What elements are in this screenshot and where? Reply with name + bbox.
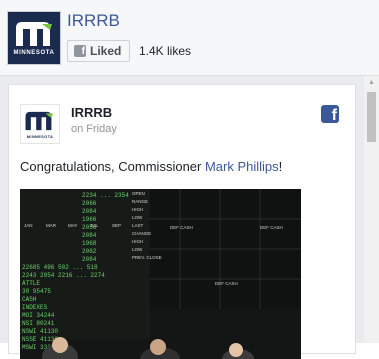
page-title[interactable]: IRRRB xyxy=(67,11,120,31)
board-quote-text: 2084 xyxy=(82,256,97,263)
board-quote-text: 30 95475 xyxy=(22,288,51,295)
board-label: HIGH xyxy=(132,207,143,212)
post-avatar[interactable]: MINNESOTA xyxy=(20,104,60,144)
board-quote-text: 2062 xyxy=(82,248,97,255)
scrollbar[interactable]: ▲ xyxy=(364,76,379,343)
logo-text: MINNESOTA xyxy=(26,134,54,139)
facebook-icon: f xyxy=(74,45,86,57)
board-quote-text: ATTLE xyxy=(22,280,40,287)
board-quote-text: CASH xyxy=(22,296,37,303)
board-label: OPEN xyxy=(132,191,145,196)
logo-text: MINNESOTA xyxy=(13,50,55,56)
post-text-end: ! xyxy=(278,159,283,174)
board-label: LOW xyxy=(132,215,143,220)
board-quote-text: NSI 80241 xyxy=(22,320,55,327)
liked-label: Liked xyxy=(90,44,122,58)
board-quote-text: 2084 xyxy=(82,232,97,239)
post-author[interactable]: IRRRB xyxy=(71,105,112,120)
board-label: RANGE xyxy=(132,199,148,204)
liked-button[interactable]: f Liked xyxy=(67,40,131,62)
board-label: HIGH xyxy=(132,239,143,244)
page-header: MINNESOTA IRRRB f Liked 1.4K likes xyxy=(0,0,379,76)
board-quote-text: 1966 xyxy=(82,216,97,223)
board-month: MAR xyxy=(46,223,57,228)
post-text: Congratulations, Commissioner Mark Phill… xyxy=(20,159,282,174)
minnesota-logo-icon xyxy=(25,111,53,131)
page-logo[interactable]: MINNESOTA xyxy=(7,11,61,65)
board-label: LAST xyxy=(132,223,144,228)
board-quote-text: MOI 34244 xyxy=(22,312,55,319)
facebook-icon[interactable]: f xyxy=(321,105,339,124)
board-month: SEP xyxy=(112,223,121,228)
scroll-up-arrow-icon[interactable]: ▲ xyxy=(364,76,379,90)
board-label: PREV. CLOSE xyxy=(132,255,162,260)
board-quote-text: 2084 xyxy=(82,208,97,215)
likes-count: 1.4K likes xyxy=(139,44,192,58)
feed: MINNESOTA IRRRB on Friday f Congratulati… xyxy=(0,76,379,359)
scroll-thumb[interactable] xyxy=(367,92,376,142)
board-quote-text: INDEXES xyxy=(22,304,48,311)
board-wide-label: DEF CASH xyxy=(215,281,238,286)
board-quote-text: NSWI 41130 xyxy=(22,328,58,335)
board-quote-text: 1968 xyxy=(82,240,97,247)
board-label: CHANGE xyxy=(132,231,151,236)
board-wide-label: DEF CASH xyxy=(170,225,193,230)
board-month: JUL xyxy=(90,223,98,228)
minnesota-logo-icon xyxy=(16,22,52,46)
post-card: MINNESOTA IRRRB on Friday f Congratulati… xyxy=(8,84,356,359)
board-quote-text: 22685 496 502 ... 518 xyxy=(22,264,98,271)
board-quote-text: 2066 xyxy=(82,200,97,207)
board-wide-label: DEF CASH xyxy=(260,225,283,230)
post-photo[interactable]: 2234 ... 2354 2066 2084 1966 2056 2084 1968 206… xyxy=(20,189,301,359)
board-quote-text: 2234 ... 2354 xyxy=(82,192,129,199)
board-month: MAY xyxy=(68,223,77,228)
mention-link[interactable]: Mark Phillips xyxy=(205,159,279,174)
board-month: JAN xyxy=(24,223,33,228)
trading-board-photo: 2234 ... 2354206620841966205620841968206… xyxy=(20,189,301,359)
board-label: LOW xyxy=(132,247,143,252)
post-timestamp[interactable]: on Friday xyxy=(71,123,117,135)
post-text-start: Congratulations, Commissioner xyxy=(20,159,205,174)
board-quote-text: 2243 2054 2216 ... 2274 xyxy=(22,272,105,279)
